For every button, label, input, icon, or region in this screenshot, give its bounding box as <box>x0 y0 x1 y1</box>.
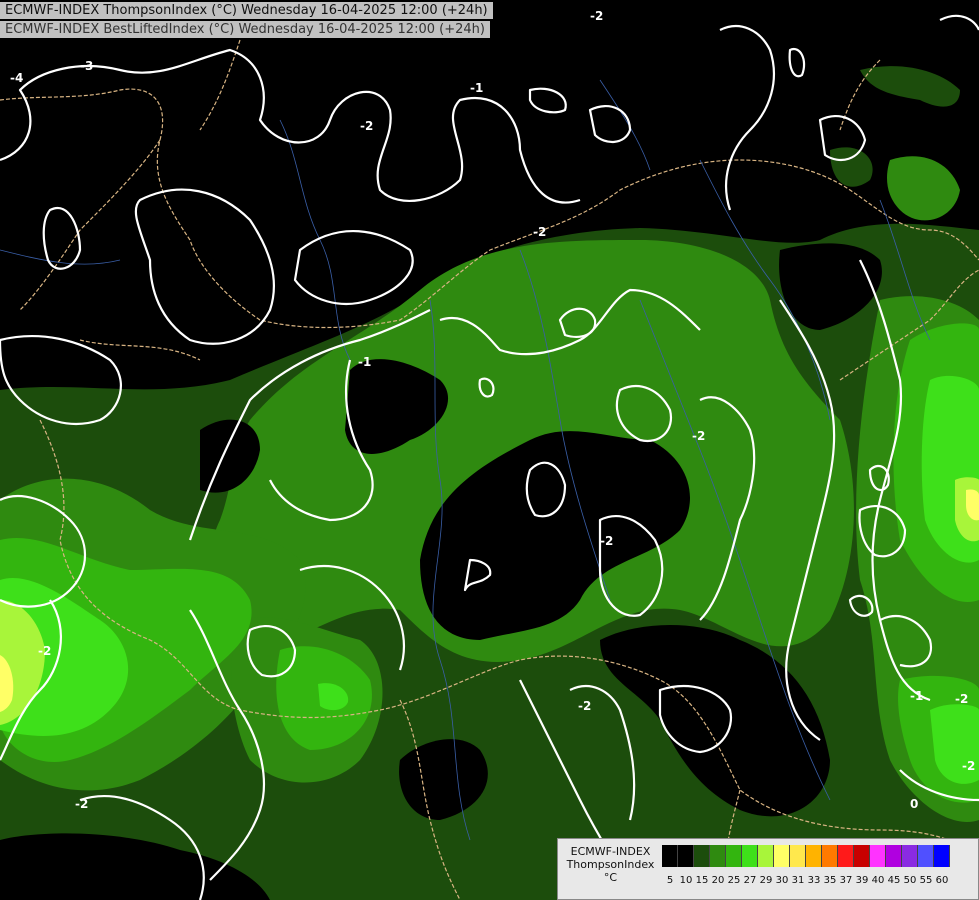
legend-swatch <box>694 845 710 867</box>
legend-swatch <box>870 845 886 867</box>
contour-label: -2 <box>962 759 975 773</box>
legend-swatch <box>662 845 678 867</box>
legend-swatch <box>726 845 742 867</box>
legend-tick-label: 35 <box>823 875 837 886</box>
legend-tick-label: 55 <box>919 875 933 886</box>
legend-tick-label: 20 <box>711 875 725 886</box>
thompson-index-map: -4 -3 -2 -1 -2 -2 -1 -2 -2 -2 -2 -2 -1 -… <box>0 0 979 900</box>
legend-swatch <box>790 845 806 867</box>
legend-swatch <box>710 845 726 867</box>
legend-swatch <box>774 845 790 867</box>
legend-unit: °C <box>603 871 618 884</box>
contour-label: -2 <box>75 797 88 811</box>
contour-label: -1 <box>358 355 371 369</box>
map-subtitle: ECMWF-INDEX BestLiftedIndex (°C) Wednesd… <box>0 21 490 38</box>
legend-tick-label: 29 <box>759 875 773 886</box>
contour-label: -2 <box>600 534 613 548</box>
legend-tick-label: 33 <box>807 875 821 886</box>
legend-tick-label: 15 <box>695 875 709 886</box>
contour-label: -4 <box>10 71 23 85</box>
legend-tick-label: 5 <box>666 875 674 886</box>
contour-label: 0 <box>910 797 918 811</box>
legend-tick-label: 31 <box>791 875 805 886</box>
legend-swatch <box>678 845 694 867</box>
legend-title: ECMWF-INDEX ThompsonIndex °C <box>558 845 663 884</box>
contour-label: -2 <box>578 699 591 713</box>
legend-tick-label: 39 <box>855 875 869 886</box>
legend-title-line1: ECMWF-INDEX <box>570 845 651 858</box>
legend-swatches <box>662 845 950 867</box>
legend-swatch <box>806 845 822 867</box>
contour-label: -3 <box>80 59 93 73</box>
map-title: ECMWF-INDEX ThompsonIndex (°C) Wednesday… <box>0 2 493 19</box>
legend-tick-label: 45 <box>887 875 901 886</box>
contour-label: -2 <box>360 119 373 133</box>
legend-swatch <box>918 845 934 867</box>
legend-swatch <box>758 845 774 867</box>
legend-tick-label: 37 <box>839 875 853 886</box>
contour-label: -2 <box>955 692 968 706</box>
contour-label: -2 <box>590 9 603 23</box>
legend-swatch <box>934 845 950 867</box>
legend-tick-label: 10 <box>679 875 693 886</box>
contour-label: -2 <box>533 225 546 239</box>
color-legend: ECMWF-INDEX ThompsonIndex °C 5 10 15 20 25 27… <box>557 838 979 900</box>
legend-tick-label: 30 <box>775 875 789 886</box>
legend-tick-label: 60 <box>935 875 949 886</box>
legend-tick-label: 27 <box>743 875 757 886</box>
legend-swatch <box>838 845 854 867</box>
legend-tick-label: 25 <box>727 875 741 886</box>
legend-swatch <box>854 845 870 867</box>
legend-title-line2: ThompsonIndex <box>566 858 655 871</box>
legend-tick-label: 50 <box>903 875 917 886</box>
legend-swatch <box>886 845 902 867</box>
contour-label: -2 <box>38 644 51 658</box>
legend-swatch <box>742 845 758 867</box>
legend-ticks: 5 10 15 20 25 27 29 30 31 33 35 37 39 40 45 50 55 60 <box>662 875 950 886</box>
contour-label: -1 <box>910 689 923 703</box>
contour-label: -1 <box>470 81 483 95</box>
legend-tick-label: 40 <box>871 875 885 886</box>
legend-swatch <box>902 845 918 867</box>
legend-swatch <box>822 845 838 867</box>
contour-label: -2 <box>692 429 705 443</box>
